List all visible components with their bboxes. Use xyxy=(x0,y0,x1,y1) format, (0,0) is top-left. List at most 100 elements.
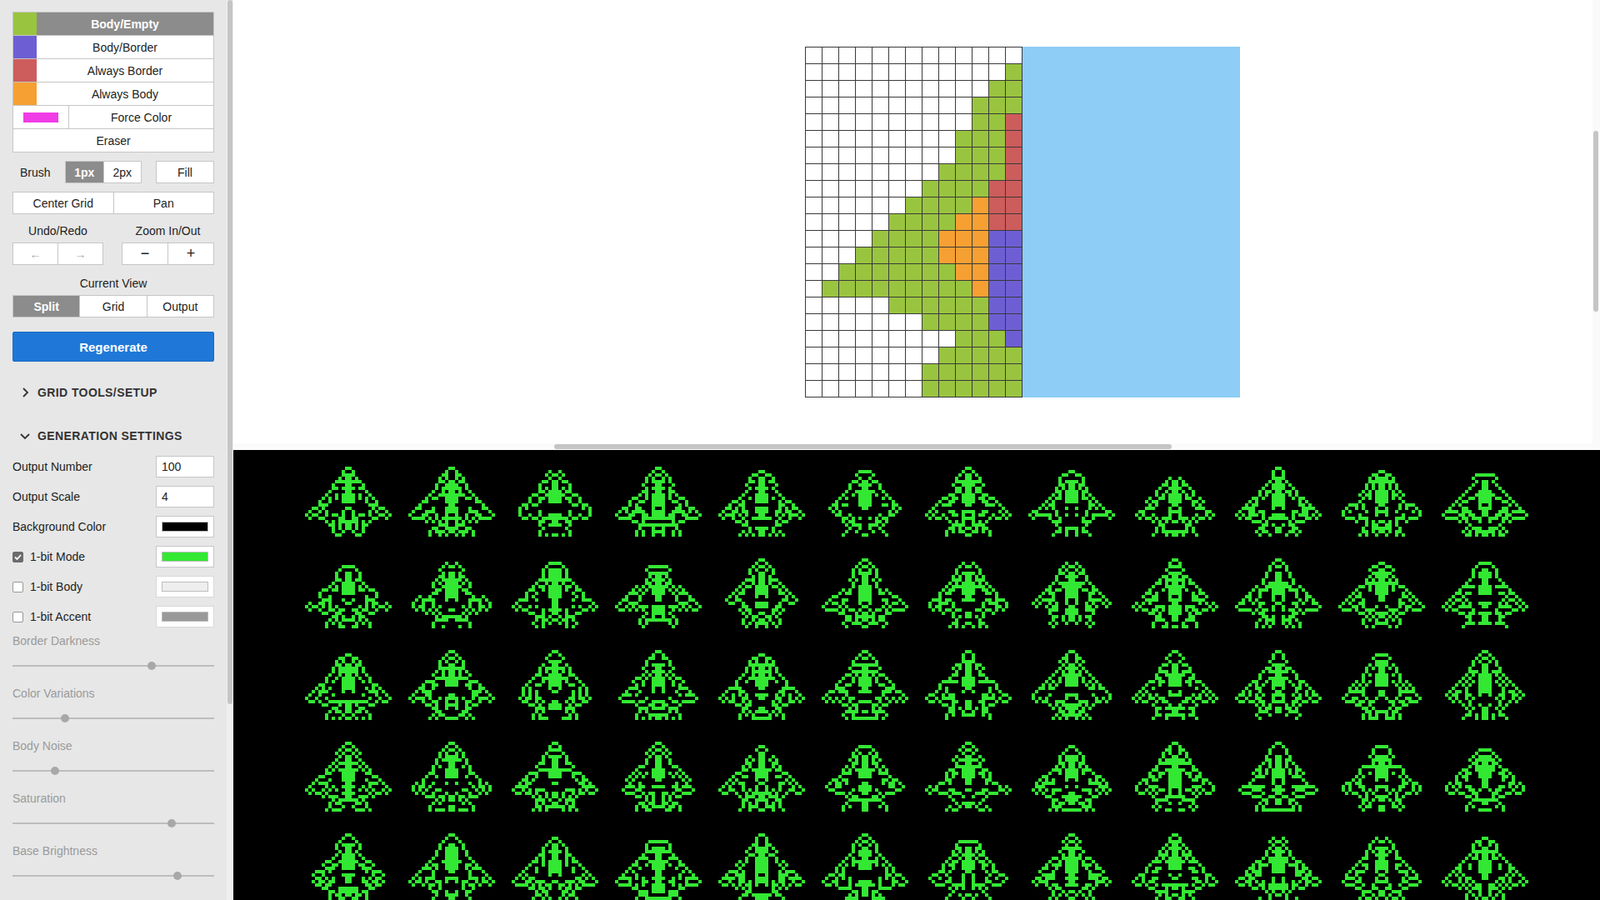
grid-cell[interactable] xyxy=(1005,97,1022,114)
grid-cell[interactable] xyxy=(939,80,955,97)
sprite-output[interactable] xyxy=(718,466,805,537)
grid-cell[interactable] xyxy=(889,147,905,164)
grid-cell[interactable] xyxy=(855,280,872,297)
grid-cell[interactable] xyxy=(989,197,1005,214)
grid-cell[interactable] xyxy=(805,97,822,114)
slider-track[interactable] xyxy=(12,770,215,772)
slider-thumb[interactable] xyxy=(173,871,182,880)
grid-cell[interactable] xyxy=(805,64,822,80)
grid-cell[interactable] xyxy=(1005,180,1022,197)
grid-cell[interactable] xyxy=(839,47,855,64)
grid-cell[interactable] xyxy=(805,264,822,280)
grid-cell[interactable] xyxy=(839,80,855,97)
grid-cell[interactable] xyxy=(872,47,889,64)
grid-cell[interactable] xyxy=(922,180,939,197)
grid-cell[interactable] xyxy=(839,64,855,80)
grid-cell[interactable] xyxy=(939,314,955,330)
grid-cell[interactable] xyxy=(855,180,872,197)
grid-cell[interactable] xyxy=(905,264,922,280)
grid-cell[interactable] xyxy=(905,130,922,147)
grid-cell[interactable] xyxy=(905,114,922,130)
grid-cell[interactable] xyxy=(922,147,939,164)
grid-cell[interactable] xyxy=(922,214,939,230)
grid-cell[interactable] xyxy=(889,380,905,397)
sidebar-scrollbar[interactable] xyxy=(226,0,234,900)
grid-cell[interactable] xyxy=(922,114,939,130)
grid-cell[interactable] xyxy=(889,314,905,330)
sprite-output[interactable] xyxy=(1441,558,1529,629)
grid-cell[interactable] xyxy=(939,147,955,164)
grid-cell[interactable] xyxy=(922,97,939,114)
palette-tool[interactable]: Body/Empty xyxy=(13,12,214,36)
grid-cell[interactable] xyxy=(989,247,1005,264)
grid-cell[interactable] xyxy=(889,130,905,147)
grid-cell[interactable] xyxy=(822,130,839,147)
grid-cell[interactable] xyxy=(905,380,922,397)
sprite-output[interactable] xyxy=(511,833,599,900)
grid-cell[interactable] xyxy=(872,264,889,280)
grid-cell[interactable] xyxy=(955,230,972,247)
grid-cell[interactable] xyxy=(872,97,889,114)
palette-tool[interactable]: Always Body xyxy=(13,82,214,106)
grid-cell[interactable] xyxy=(905,147,922,164)
grid-cell[interactable] xyxy=(872,230,889,247)
grid-cell[interactable] xyxy=(822,147,839,164)
grid-cell[interactable] xyxy=(872,114,889,130)
grid-cell[interactable] xyxy=(905,64,922,80)
history-button[interactable]: → xyxy=(58,242,104,265)
sprite-output[interactable] xyxy=(1338,650,1425,720)
grid-cell[interactable] xyxy=(889,114,905,130)
grid-cell[interactable] xyxy=(972,330,989,347)
grid-cell[interactable] xyxy=(989,147,1005,164)
grid-cell[interactable] xyxy=(872,347,889,364)
sprite-output[interactable] xyxy=(1441,833,1529,900)
grid-cell[interactable] xyxy=(989,97,1005,114)
view-button[interactable]: Output xyxy=(147,295,215,318)
sprite-output[interactable] xyxy=(1338,833,1425,900)
grid-cell[interactable] xyxy=(989,264,1005,280)
grid-cell[interactable] xyxy=(805,197,822,214)
grid-cell[interactable] xyxy=(822,214,839,230)
grid-cell[interactable] xyxy=(889,247,905,264)
grid-cell[interactable] xyxy=(822,114,839,130)
color-picker[interactable] xyxy=(155,545,215,568)
grid-cell[interactable] xyxy=(972,197,989,214)
grid-cell[interactable] xyxy=(805,380,822,397)
brush-size-button[interactable]: 1px xyxy=(65,160,105,184)
sprite-output[interactable] xyxy=(1131,741,1219,812)
grid-cell[interactable] xyxy=(939,230,955,247)
history-button[interactable]: ← xyxy=(12,242,59,265)
grid-cell[interactable] xyxy=(922,130,939,147)
grid-cell[interactable] xyxy=(922,347,939,364)
sprite-output[interactable] xyxy=(408,558,495,629)
grid-nav-button[interactable]: Center Grid xyxy=(12,191,115,215)
grid-cell[interactable] xyxy=(822,197,839,214)
grid-cell[interactable] xyxy=(922,264,939,280)
grid-cell[interactable] xyxy=(955,164,972,180)
setting-checkbox[interactable] xyxy=(12,611,24,623)
sprite-output[interactable] xyxy=(615,833,702,900)
grid-cell[interactable] xyxy=(989,214,1005,230)
grid-cell[interactable] xyxy=(872,330,889,347)
grid-cell[interactable] xyxy=(822,364,839,380)
grid-cell[interactable] xyxy=(822,264,839,280)
grid-cell[interactable] xyxy=(1005,347,1022,364)
grid-cell[interactable] xyxy=(905,297,922,314)
grid-cell[interactable] xyxy=(989,230,1005,247)
grid-cell[interactable] xyxy=(972,130,989,147)
grid-cell[interactable] xyxy=(905,364,922,380)
grid-cell[interactable] xyxy=(939,164,955,180)
grid-cell[interactable] xyxy=(822,330,839,347)
grid-cell[interactable] xyxy=(855,64,872,80)
sprite-output[interactable] xyxy=(718,650,805,720)
grid-cell[interactable] xyxy=(855,347,872,364)
grid-cell[interactable] xyxy=(939,364,955,380)
grid-cell[interactable] xyxy=(972,264,989,280)
grid-cell[interactable] xyxy=(855,330,872,347)
slider-thumb[interactable] xyxy=(167,819,176,828)
slider-thumb[interactable] xyxy=(50,766,60,775)
grid-cell[interactable] xyxy=(872,130,889,147)
grid-cell[interactable] xyxy=(889,64,905,80)
grid-cell[interactable] xyxy=(889,47,905,64)
grid-cell[interactable] xyxy=(839,97,855,114)
